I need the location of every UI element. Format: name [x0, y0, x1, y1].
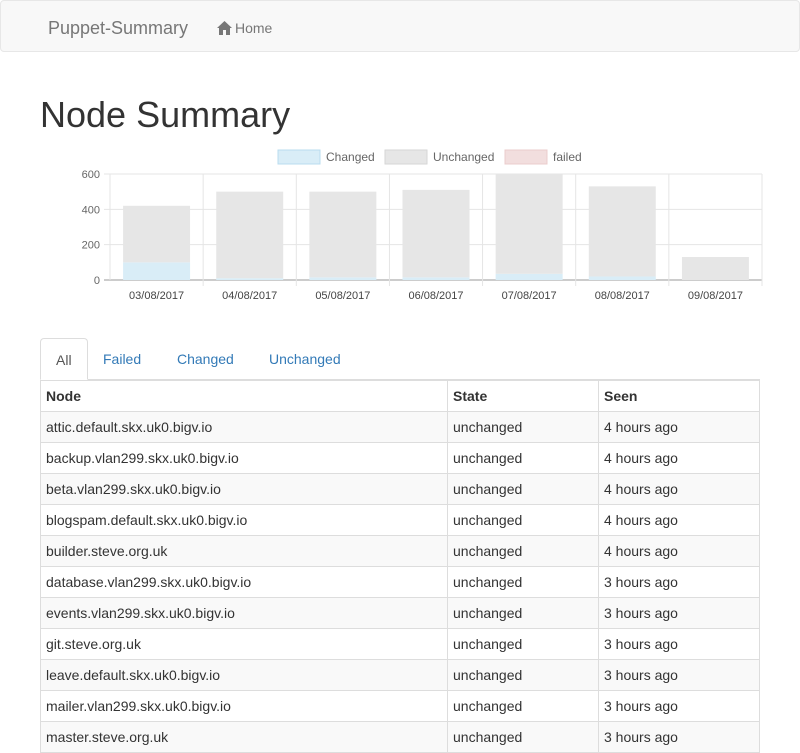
seen-cell: 3 hours ago — [598, 566, 760, 598]
legend-swatch-failed — [504, 149, 548, 165]
legend-label-failed: failed — [553, 150, 582, 164]
node-cell: blogspam.default.skx.uk0.bigv.io — [40, 504, 448, 536]
seen-cell: 3 hours ago — [598, 597, 760, 629]
node-cell: beta.vlan299.skx.uk0.bigv.io — [40, 473, 448, 505]
seen-cell: 3 hours ago — [598, 628, 760, 660]
table-row[interactable]: attic.default.skx.uk0.bigv.io unchanged 4 … — [40, 411, 760, 443]
state-cell: unchanged — [447, 597, 599, 629]
seen-cell: 4 hours ago — [598, 411, 760, 443]
y-tick-label: 200 — [82, 240, 100, 252]
legend-label-unchanged: Unchanged — [433, 150, 494, 164]
bar-unchanged — [402, 189, 470, 278]
state-cell: unchanged — [447, 566, 599, 598]
node-cell: master.steve.org.uk — [40, 721, 448, 753]
x-tick-label: 09/08/2017 — [688, 290, 743, 302]
seen-cell: 4 hours ago — [598, 535, 760, 567]
seen-cell: 4 hours ago — [598, 504, 760, 536]
state-cell: unchanged — [447, 535, 599, 567]
home-label: Home — [235, 20, 273, 36]
x-tick-label: 07/08/2017 — [502, 290, 557, 302]
bar-unchanged — [123, 205, 191, 263]
node-cell: mailer.vlan299.skx.uk0.bigv.io — [40, 690, 448, 722]
table-row[interactable]: builder.steve.org.uk unchanged 4 hours ago — [40, 535, 760, 567]
state-cell: unchanged — [447, 411, 599, 443]
navbar: Puppet-Summary Home — [0, 0, 800, 52]
bar-changed — [216, 278, 284, 280]
x-tick-label: 03/08/2017 — [129, 290, 184, 302]
page-title: Node Summary — [40, 94, 291, 135]
state-cell: unchanged — [447, 473, 599, 505]
bar-unchanged — [681, 257, 749, 280]
column-header-state[interactable]: State — [447, 380, 599, 412]
state-cell: unchanged — [447, 504, 599, 536]
tab-changed[interactable]: Changed — [162, 338, 249, 378]
table-row[interactable]: blogspam.default.skx.uk0.bigv.io unchange… — [40, 504, 760, 536]
x-tick-label: 04/08/2017 — [222, 290, 277, 302]
y-tick-label: 600 — [82, 169, 100, 181]
node-cell: events.vlan299.skx.uk0.bigv.io — [40, 597, 448, 629]
node-cell: backup.vlan299.skx.uk0.bigv.io — [40, 442, 448, 474]
brand-link[interactable]: Puppet-Summary — [48, 18, 188, 39]
bar-unchanged — [309, 191, 377, 278]
node-cell: leave.default.skx.uk0.bigv.io — [40, 659, 448, 691]
x-tick-label: 08/08/2017 — [595, 290, 650, 302]
node-cell: builder.steve.org.uk — [40, 535, 448, 567]
table-row[interactable]: master.steve.org.uk unchanged 3 hours ago — [40, 721, 760, 753]
node-table: Node State Seen attic.default.skx.uk0.bi… — [40, 380, 760, 753]
seen-cell: 4 hours ago — [598, 442, 760, 474]
table-row[interactable]: database.vlan299.skx.uk0.bigv.io unchange… — [40, 566, 760, 598]
seen-cell: 3 hours ago — [598, 659, 760, 691]
x-tick-label: 06/08/2017 — [408, 290, 463, 302]
home-icon — [217, 21, 232, 35]
seen-cell: 3 hours ago — [598, 690, 760, 722]
state-cell: unchanged — [447, 721, 599, 753]
bar-changed — [123, 262, 191, 280]
state-cell: unchanged — [447, 659, 599, 691]
column-header-node[interactable]: Node — [40, 380, 448, 412]
seen-cell: 4 hours ago — [598, 473, 760, 505]
node-cell: git.steve.org.uk — [40, 628, 448, 660]
bar-changed — [402, 277, 470, 280]
tab-failed[interactable]: Failed — [88, 338, 156, 378]
node-cell: database.vlan299.skx.uk0.bigv.io — [40, 566, 448, 598]
table-row[interactable]: mailer.vlan299.skx.uk0.bigv.io unchanged 3… — [40, 690, 760, 722]
home-link[interactable]: Home — [217, 20, 272, 36]
table-row[interactable]: backup.vlan299.skx.uk0.bigv.io unchanged 4… — [40, 442, 760, 474]
y-tick-label: 0 — [94, 275, 100, 287]
y-tick-label: 400 — [82, 204, 100, 216]
state-cell: unchanged — [447, 690, 599, 722]
state-cell: unchanged — [447, 628, 599, 660]
x-tick-label: 05/08/2017 — [315, 290, 370, 302]
state-cell: unchanged — [447, 442, 599, 474]
legend-label-changed: Changed — [326, 150, 375, 164]
legend-swatch-unchanged — [384, 149, 428, 165]
table-row[interactable]: events.vlan299.skx.uk0.bigv.io unchanged 3… — [40, 597, 760, 629]
bar-unchanged — [495, 174, 563, 274]
node-cell: attic.default.skx.uk0.bigv.io — [40, 411, 448, 443]
table-row[interactable]: leave.default.skx.uk0.bigv.io unchanged 3 … — [40, 659, 760, 691]
legend-swatch-changed — [277, 149, 321, 165]
node-summary-chart: Changed Unchanged failed 0 200 400 600 03/08/20… — [82, 149, 763, 302]
bar-changed — [588, 276, 656, 280]
bar-changed — [495, 273, 563, 280]
bar-unchanged — [588, 186, 656, 277]
table-row[interactable]: beta.vlan299.skx.uk0.bigv.io unchanged 4 h… — [40, 473, 760, 505]
tab-bar: All Failed Changed Unchanged — [40, 338, 760, 380]
tab-all[interactable]: All — [40, 338, 88, 380]
tab-unchanged[interactable]: Unchanged — [254, 338, 356, 378]
column-header-seen[interactable]: Seen — [598, 380, 760, 412]
bar-unchanged — [216, 191, 284, 279]
table-row[interactable]: git.steve.org.uk unchanged 3 hours ago — [40, 628, 760, 660]
seen-cell: 3 hours ago — [598, 721, 760, 753]
table-header-row: Node State Seen — [40, 380, 760, 412]
bar-changed — [309, 277, 377, 280]
